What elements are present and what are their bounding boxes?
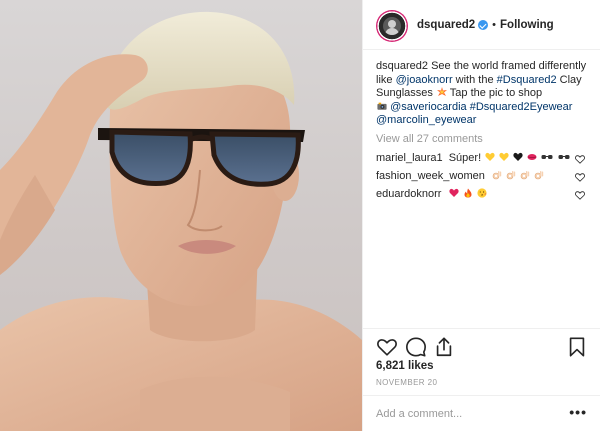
header-separator: • [492,19,497,31]
comment-item: fashion_week_women [376,170,591,186]
add-comment-section: Add a comment... ••• [363,395,600,431]
post-actions-bar [363,328,600,364]
comment-like-heart-icon[interactable] [575,173,585,182]
add-comment-input[interactable]: Add a comment... [376,408,462,420]
caption-mention-joaoknorr[interactable]: @joaoknorr [396,74,453,86]
comment-item: eduardoknorr [376,188,591,204]
fire-emoji-icon [464,188,472,198]
red-heart-emoji-icon [448,188,459,197]
kiss-lips-emoji-icon [527,154,537,160]
camera-emoji-icon [377,102,387,110]
sunglasses-emoji-icon [541,155,553,159]
comment-username[interactable]: eduardoknorr [376,188,441,200]
caption-username[interactable]: dsquared2 [376,60,428,72]
header-row: dsquared2 • Following [417,19,554,31]
view-all-comments-link[interactable]: View all 27 comments [376,133,483,145]
black-heart-emoji-icon [513,152,523,161]
header-username[interactable]: dsquared2 [417,19,475,31]
heart-icon[interactable] [376,336,398,358]
caption-mention-marcolin-eyewear[interactable]: @marcolin_eyewear [376,114,476,126]
more-options-button[interactable]: ••• [569,404,587,420]
comment-like-heart-icon[interactable] [575,155,585,164]
following-button[interactable]: Following [500,19,554,31]
sunglasses-emoji-icon [558,155,570,159]
ok-hand-emoji-icon [534,171,544,180]
caption-hashtag-dsquared2[interactable]: #Dsquared2 [497,74,557,86]
caption-text-2: with the [455,73,494,86]
caption-mention-saveriocardia[interactable]: @saveriocardia [390,101,467,113]
post-caption: dsquared2 See the world framed different… [376,60,596,128]
comment-username[interactable]: mariel_laura1 [376,152,443,164]
yellow-heart-emoji-icon [499,152,509,161]
post-photo[interactable] [0,0,362,431]
post-date[interactable]: NOVEMBER 20 [376,378,437,387]
comment-like-heart-icon[interactable] [575,191,585,200]
comment-username[interactable]: fashion_week_women [376,170,485,182]
ok-hand-emoji-icon [520,171,530,180]
instagram-post: dsquared2 • Following dsquared2 See the … [0,0,600,431]
likes-count[interactable]: 6,821 likes [376,360,434,372]
comment-item: mariel_laura1 Súper! [376,152,591,168]
model-portrait-image [0,11,362,431]
avatar-photo [383,17,401,35]
caption-text-4: Tap the pic to shop [449,87,543,99]
post-header: dsquared2 • Following [363,0,600,50]
comment-icon[interactable] [405,336,427,358]
ok-hand-emoji-icon [506,171,516,180]
ok-hand-emoji-icon [492,171,502,180]
profile-avatar[interactable] [376,10,408,42]
share-icon[interactable] [433,336,455,358]
verified-badge-icon [478,20,489,30]
post-side-panel: dsquared2 • Following dsquared2 See the … [362,0,600,431]
caption-hashtag-dsquared2eyewear[interactable]: #Dsquared2Eyewear [470,101,573,113]
bookmark-icon[interactable] [566,336,588,358]
comment-text: Súper! [448,152,482,164]
collision-emoji-icon [436,87,447,96]
wink-kiss-emoji-icon [477,188,487,198]
yellow-heart-emoji-icon [485,152,495,161]
